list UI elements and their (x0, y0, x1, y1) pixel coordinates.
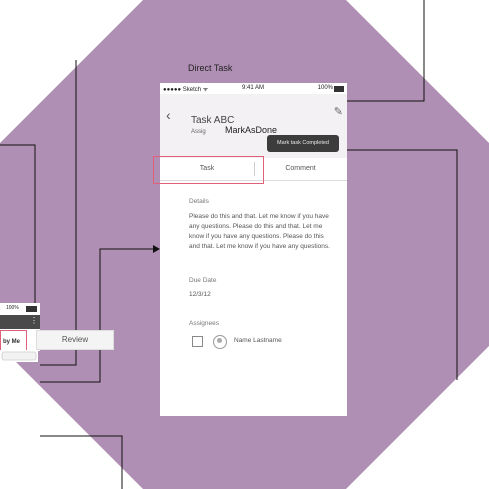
back-chevron-icon[interactable]: ‹ (166, 108, 171, 122)
assignee-checkbox[interactable] (192, 336, 203, 347)
mark-complete-toast[interactable]: Mark task Completed (267, 135, 339, 152)
details-text: Please do this and that. Let me know if … (189, 213, 330, 250)
status-time: 9:41 AM (242, 85, 265, 91)
pencil-edit-icon[interactable]: ✎ (334, 107, 343, 118)
mini-footer-pill (1, 351, 37, 361)
tab-comment[interactable]: Comment (254, 158, 347, 180)
status-bar: ●●●●● Sketch ᯤ 9:41 AM 100% (160, 83, 347, 94)
due-date-value: 12/3/12 (189, 291, 211, 298)
mini-battery-text: 100% (6, 305, 19, 311)
diamond-label: MarkAsDone (224, 125, 278, 135)
avatar-icon (213, 335, 227, 349)
assignee-name: Name Lastname (234, 337, 282, 344)
details-label: Details (189, 198, 209, 205)
assignees-label: Assignees (189, 320, 219, 327)
carrier-text: ●●●●● Sketch ᯤ (163, 87, 209, 93)
mini-battery-icon (26, 306, 37, 312)
mini-phone-mockup: 100% ⋮ by Me (0, 303, 40, 351)
diagram-caption: Direct Task (188, 63, 233, 73)
task-tab-highlight (153, 156, 264, 184)
diagram-canvas: Direct Task ●●●●● Sketch ᯤ 9:41 AM 100% … (0, 0, 489, 489)
assignee-row[interactable]: Name Lastname (192, 335, 332, 350)
more-vertical-icon[interactable]: ⋮ (30, 317, 38, 325)
battery-text: 100% (317, 85, 333, 91)
due-date-label: Due Date (189, 277, 217, 284)
review-box[interactable]: Review (36, 330, 114, 350)
mini-phone-footer (0, 350, 38, 362)
battery-icon (334, 86, 344, 92)
mini-tab-by-me[interactable]: by Me (0, 330, 27, 351)
